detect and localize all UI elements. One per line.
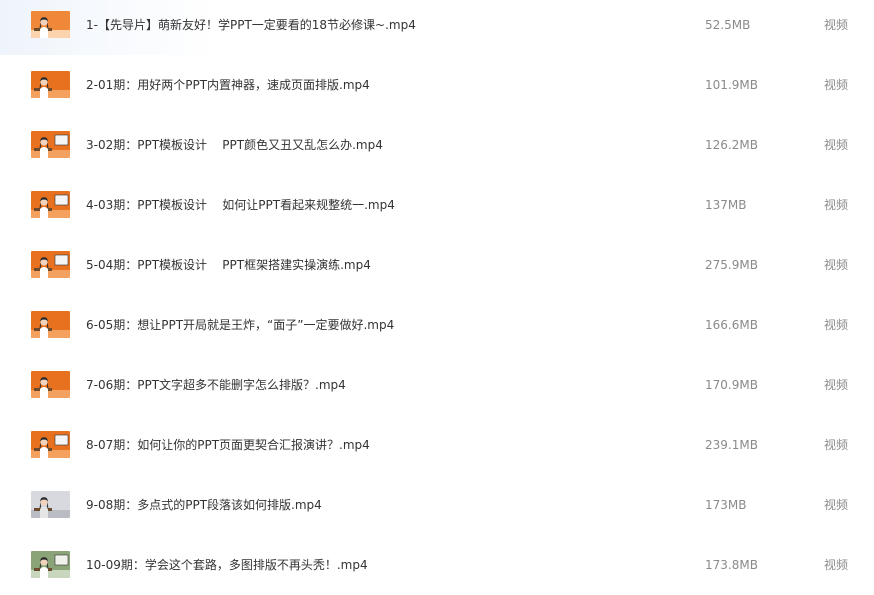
file-size: 173MB — [705, 498, 747, 512]
file-type: 视频 — [824, 498, 849, 512]
file-row[interactable]: 9-08期：多点式的PPT段落该如何排版.mp4 173MB 视频 — [0, 475, 874, 535]
file-type: 视频 — [824, 318, 849, 332]
file-size: 52.5MB — [705, 18, 751, 32]
video-thumbnail[interactable] — [31, 431, 70, 458]
video-thumbnail[interactable] — [31, 551, 70, 578]
file-name[interactable]: 10-09期：学会这个套路，多图排版不再头秃！.mp4 — [86, 535, 368, 595]
video-thumbnail[interactable] — [31, 371, 70, 398]
file-size: 275.9MB — [705, 258, 758, 272]
file-type: 视频 — [824, 138, 849, 152]
file-name[interactable]: 2-01期：用好两个PPT内置神器，速成页面排版.mp4 — [86, 55, 370, 115]
video-thumbnail[interactable] — [31, 191, 70, 218]
file-type: 视频 — [824, 18, 849, 32]
file-size: 239.1MB — [705, 438, 758, 452]
file-size: 137MB — [705, 198, 747, 212]
file-type: 视频 — [824, 558, 849, 572]
file-list: 1-【先导片】萌新友好！学PPT一定要看的18节必修课~.mp4 52.5MB 视频… — [0, 0, 874, 595]
file-row[interactable]: 10-09期：学会这个套路，多图排版不再头秃！.mp4 173.8MB 视频 — [0, 535, 874, 595]
file-row[interactable]: 6-05期：想让PPT开局就是王炸，“面子”一定要做好.mp4 166.6MB 视频 — [0, 295, 874, 355]
file-name[interactable]: 7-06期：PPT文字超多不能删字怎么排版？.mp4 — [86, 355, 346, 415]
file-name[interactable]: 5-04期：PPT模板设计 PPT框架搭建实操演练.mp4 — [86, 235, 371, 295]
video-thumbnail[interactable] — [31, 131, 70, 158]
file-row[interactable]: 4-03期：PPT模板设计 如何让PPT看起来规整统一.mp4 137MB 视频 — [0, 175, 874, 235]
file-size: 101.9MB — [705, 78, 758, 92]
file-row[interactable]: 5-04期：PPT模板设计 PPT框架搭建实操演练.mp4 275.9MB 视频 — [0, 235, 874, 295]
file-row[interactable]: 7-06期：PPT文字超多不能删字怎么排版？.mp4 170.9MB 视频 — [0, 355, 874, 415]
file-size: 166.6MB — [705, 318, 758, 332]
video-thumbnail[interactable] — [31, 251, 70, 278]
file-size: 170.9MB — [705, 378, 758, 392]
file-row[interactable]: 1-【先导片】萌新友好！学PPT一定要看的18节必修课~.mp4 52.5MB 视频 — [0, 0, 874, 55]
file-type: 视频 — [824, 198, 849, 212]
video-thumbnail[interactable] — [31, 311, 70, 338]
file-row[interactable]: 8-07期：如何让你的PPT页面更契合汇报演讲？.mp4 239.1MB 视频 — [0, 415, 874, 475]
video-thumbnail[interactable] — [31, 11, 70, 38]
file-row[interactable]: 2-01期：用好两个PPT内置神器，速成页面排版.mp4 101.9MB 视频 — [0, 55, 874, 115]
file-size: 126.2MB — [705, 138, 758, 152]
file-size: 173.8MB — [705, 558, 758, 572]
file-type: 视频 — [824, 78, 849, 92]
file-name[interactable]: 1-【先导片】萌新友好！学PPT一定要看的18节必修课~.mp4 — [86, 0, 416, 55]
file-type: 视频 — [824, 438, 849, 452]
video-thumbnail[interactable] — [31, 71, 70, 98]
file-type: 视频 — [824, 378, 849, 392]
file-row[interactable]: 3-02期：PPT模板设计 PPT颜色又丑又乱怎么办.mp4 126.2MB 视频 — [0, 115, 874, 175]
file-name[interactable]: 4-03期：PPT模板设计 如何让PPT看起来规整统一.mp4 — [86, 175, 395, 235]
file-name[interactable]: 9-08期：多点式的PPT段落该如何排版.mp4 — [86, 475, 322, 535]
file-name[interactable]: 8-07期：如何让你的PPT页面更契合汇报演讲？.mp4 — [86, 415, 370, 475]
video-thumbnail[interactable] — [31, 491, 70, 518]
file-name[interactable]: 3-02期：PPT模板设计 PPT颜色又丑又乱怎么办.mp4 — [86, 115, 383, 175]
file-name[interactable]: 6-05期：想让PPT开局就是王炸，“面子”一定要做好.mp4 — [86, 295, 394, 355]
file-type: 视频 — [824, 258, 849, 272]
